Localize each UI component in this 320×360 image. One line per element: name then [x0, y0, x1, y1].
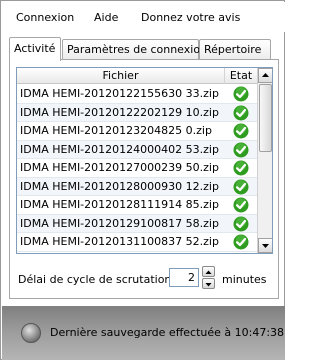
menu-aide[interactable]: Aide: [94, 11, 118, 24]
table-row[interactable]: IDMA HEMI-20120124000402 53.zip: [17, 140, 257, 159]
file-list-rows: IDMA HEMI-20120122155630 33.zip IDMA HEMI…: [17, 85, 257, 252]
table-row[interactable]: IDMA HEMI-20120122202129 10.zip: [17, 103, 257, 122]
check-icon: [233, 123, 249, 139]
file-list[interactable]: Fichier Etat IDMA HEMI-20120122155630 33…: [16, 67, 273, 254]
menu-bar: Connexion Aide Donnez votre avis: [2, 2, 285, 32]
activity-panel: Fichier Etat IDMA HEMI-20120122155630 33…: [9, 59, 279, 299]
table-row[interactable]: IDMA HEMI-20120127000239 50.zip: [17, 159, 257, 178]
polling-unit: minutes: [222, 273, 267, 286]
check-icon: [233, 142, 249, 158]
tab-parametres-connexion-label: Paramètres de connexion: [67, 43, 208, 56]
file-name: IDMA HEMI-20120122155630 33.zip: [20, 87, 219, 100]
table-row[interactable]: IDMA HEMI-20120123204825 0.zip: [17, 122, 257, 141]
file-name: IDMA HEMI-20120124000402 53.zip: [20, 142, 219, 156]
file-name: IDMA HEMI-20120131100837 52.zip: [20, 235, 219, 248]
file-name: IDMA HEMI-20120129100817 58.zip: [20, 216, 219, 230]
polling-label: Délai de cycle de scrutation: [18, 273, 172, 286]
file-name: IDMA HEMI-20120123204825 0.zip: [20, 124, 212, 137]
status-led-icon: [21, 323, 41, 343]
scroll-up-button[interactable]: [258, 68, 272, 83]
table-row[interactable]: IDMA HEMI-20120131100837 52.zip: [17, 233, 257, 252]
arrow-up-icon: [262, 73, 269, 77]
scroll-down-button[interactable]: [258, 238, 272, 253]
spinner-up-button[interactable]: [202, 266, 215, 277]
menu-connexion[interactable]: Connexion: [16, 11, 74, 24]
arrow-down-icon: [205, 283, 212, 287]
arrow-down-icon: [262, 244, 269, 248]
menu-donnez-votre-avis[interactable]: Donnez votre avis: [141, 11, 240, 24]
app-window: Connexion Aide Donnez votre avis Activit…: [0, 0, 285, 360]
arrow-up-icon: [205, 270, 212, 274]
check-icon: [233, 86, 249, 102]
tab-repertoire[interactable]: Répertoire: [199, 39, 271, 60]
polling-interval-input[interactable]: 2: [169, 268, 199, 287]
column-header-fichier[interactable]: Fichier: [17, 68, 225, 84]
check-icon: [233, 105, 249, 121]
table-row[interactable]: IDMA HEMI-20120122155630 33.zip: [17, 85, 257, 104]
file-name: IDMA HEMI-20120122202129 10.zip: [20, 105, 219, 119]
check-icon: [233, 234, 249, 250]
file-name: IDMA HEMI-20120127000239 50.zip: [20, 161, 219, 174]
column-header-etat[interactable]: Etat: [225, 68, 257, 84]
file-list-header: Fichier Etat: [17, 68, 257, 84]
tab-parametres-connexion[interactable]: Paramètres de connexion: [62, 39, 207, 60]
table-row[interactable]: IDMA HEMI-20120129100817 58.zip: [17, 214, 257, 233]
check-icon: [233, 216, 249, 232]
tab-activite[interactable]: Activité: [9, 37, 61, 61]
table-row[interactable]: IDMA HEMI-20120128111914 85.zip: [17, 196, 257, 215]
tab-strip: Activité Paramètres de connexion Réperto…: [9, 37, 279, 61]
last-backup-status: Dernière sauvegarde effectuée à 10:47:38: [50, 326, 285, 339]
table-row[interactable]: IDMA HEMI-20120128000930 12.zip: [17, 177, 257, 196]
check-icon: [233, 179, 249, 195]
check-icon: [233, 197, 249, 213]
polling-spinner: [202, 266, 215, 289]
vertical-scrollbar[interactable]: [257, 68, 272, 253]
tab-activite-label: Activité: [14, 42, 56, 55]
file-name: IDMA HEMI-20120128000930 12.zip: [20, 179, 219, 193]
check-icon: [233, 160, 249, 176]
spinner-down-button[interactable]: [202, 278, 215, 289]
status-bar: Dernière sauvegarde effectuée à 10:47:38: [2, 306, 285, 360]
file-name: IDMA HEMI-20120128111914 85.zip: [20, 198, 219, 211]
scroll-thumb[interactable]: [259, 84, 272, 152]
tab-repertoire-label: Répertoire: [204, 43, 262, 56]
